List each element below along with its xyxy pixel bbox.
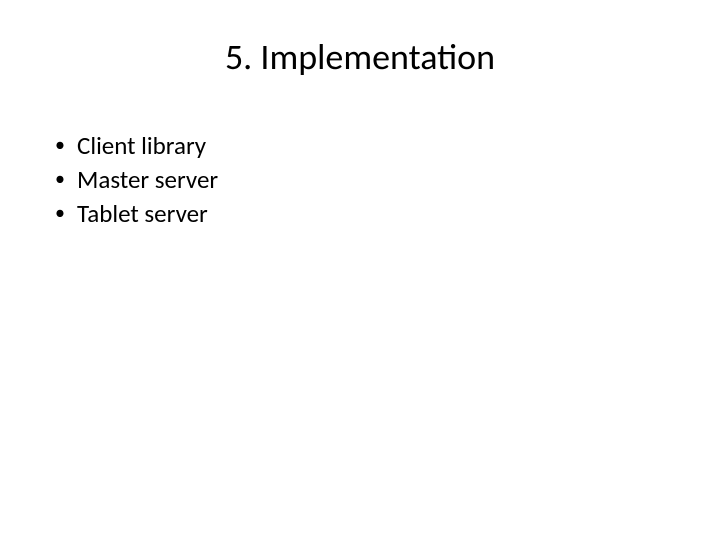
bullet-list: • Client library • Master server • Table… bbox=[50, 129, 670, 230]
bullet-icon: • bbox=[55, 163, 77, 195]
bullet-text: Tablet server bbox=[77, 197, 208, 231]
list-item: • Client library bbox=[55, 129, 670, 163]
bullet-icon: • bbox=[55, 129, 77, 161]
bullet-icon: • bbox=[55, 197, 77, 229]
bullet-text: Client library bbox=[77, 129, 206, 163]
slide-title: 5. Implementation bbox=[50, 35, 670, 79]
slide: 5. Implementation • Client library • Mas… bbox=[0, 0, 720, 540]
list-item: • Tablet server bbox=[55, 197, 670, 231]
bullet-text: Master server bbox=[77, 163, 218, 197]
list-item: • Master server bbox=[55, 163, 670, 197]
